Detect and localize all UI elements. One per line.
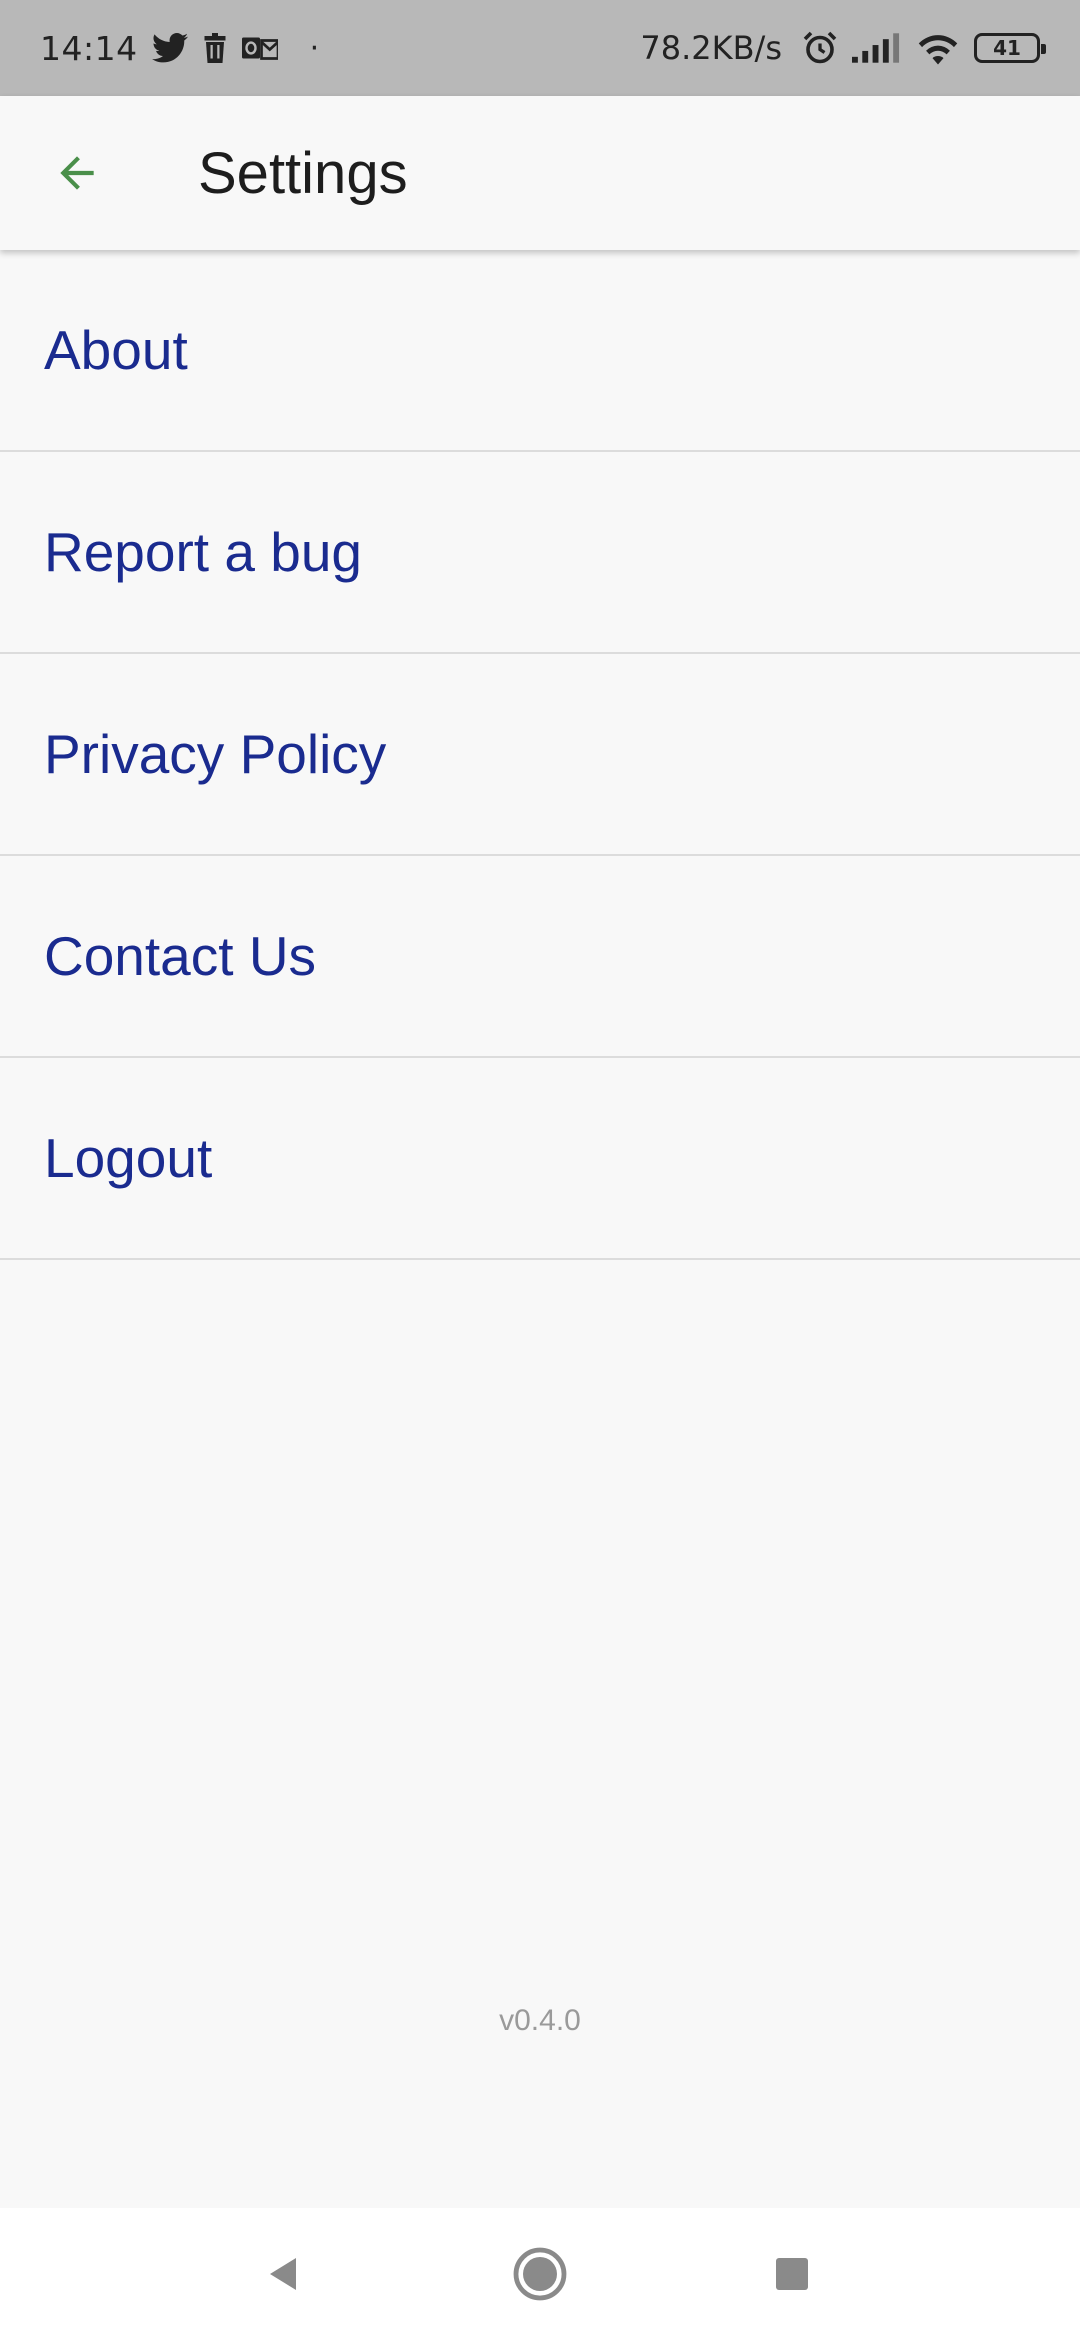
settings-item-label: Privacy Policy [44,723,387,785]
settings-item-privacy-policy[interactable]: Privacy Policy [0,654,1080,856]
alarm-icon [802,30,838,66]
settings-screen: 14:14 · 78.2KB/s 41 Settings About Repor… [0,0,1080,2340]
system-nav-bar [0,2208,1080,2340]
signal-icon [852,33,902,63]
settings-item-label: Logout [44,1127,213,1189]
settings-item-label: Contact Us [44,925,317,987]
back-button[interactable] [38,134,116,212]
more-notifications-dot: · [309,30,320,66]
page-title: Settings [198,140,408,206]
battery-level: 41 [993,36,1021,60]
settings-item-about[interactable]: About [0,250,1080,452]
nav-back-icon [270,2258,296,2290]
status-bar-left: 14:14 · [40,29,319,68]
status-time: 14:14 [40,28,138,68]
status-bar: 14:14 · 78.2KB/s 41 [0,0,1080,96]
battery-icon: 41 [974,33,1046,63]
settings-item-label: About [44,319,188,381]
nav-recents-icon [776,2258,808,2290]
settings-item-report-bug[interactable]: Report a bug [0,452,1080,654]
settings-item-contact-us[interactable]: Contact Us [0,856,1080,1058]
status-bar-right: 78.2KB/s 41 [640,29,1046,67]
settings-list: About Report a bug Privacy Policy Contac… [0,250,1080,1260]
settings-item-label: Report a bug [44,521,362,583]
nav-back-button[interactable] [252,2242,316,2306]
nav-home-button[interactable] [508,2242,572,2306]
arrow-left-icon [60,156,94,190]
app-bar: Settings [0,96,1080,250]
trash-icon [202,33,228,63]
outlook-icon [241,34,278,62]
twitter-icon [151,33,188,63]
nav-recents-button[interactable] [760,2242,824,2306]
nav-home-icon [513,2247,567,2301]
network-speed: 78.2KB/s [640,29,782,67]
settings-item-logout[interactable]: Logout [0,1058,1080,1260]
app-version: v0.4.0 [499,2004,581,2037]
wifi-icon [916,31,960,65]
